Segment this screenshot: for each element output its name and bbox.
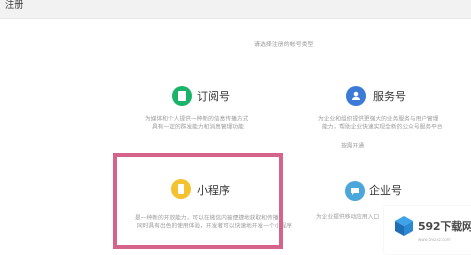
miniprogram-highlight xyxy=(113,153,283,249)
page-header: 注册 xyxy=(0,0,471,19)
enterprise-title: 企业号 xyxy=(369,184,402,197)
user-icon xyxy=(346,86,366,106)
subscription-description: 具有一定的群发能力和消息管理功能 xyxy=(152,123,244,131)
enterprise-description: 为企业提供移动应用入口 xyxy=(316,213,380,221)
watermark-logo: 592下载网 www.592xz.com xyxy=(384,206,471,254)
page-title: 注册 xyxy=(5,0,24,11)
chat-icon xyxy=(345,181,365,201)
watermark-text: 592下载网 xyxy=(418,220,471,233)
service-description: 为企业和组织提供更强大的业务服务与用户管理 xyxy=(318,115,439,123)
registration-page: 注册 请选择注册的帐号类型 订阅号 为媒体和个人提供一种新的信息传播方式 具有一… xyxy=(0,0,471,255)
subscription-description: 为媒体和个人提供一种新的信息传播方式 xyxy=(145,115,249,123)
watermark-site: www.592xz.com xyxy=(418,238,451,243)
subscription-title: 订阅号 xyxy=(197,90,230,103)
service-description: 能力，帮助企业快速实现全新的公众号服务平台 xyxy=(322,123,443,131)
service-description: 按需开通 xyxy=(341,142,364,150)
document-icon xyxy=(172,86,192,106)
selection-prompt: 请选择注册的帐号类型 xyxy=(254,40,314,48)
cube-icon xyxy=(392,214,416,238)
service-title: 服务号 xyxy=(373,90,406,103)
